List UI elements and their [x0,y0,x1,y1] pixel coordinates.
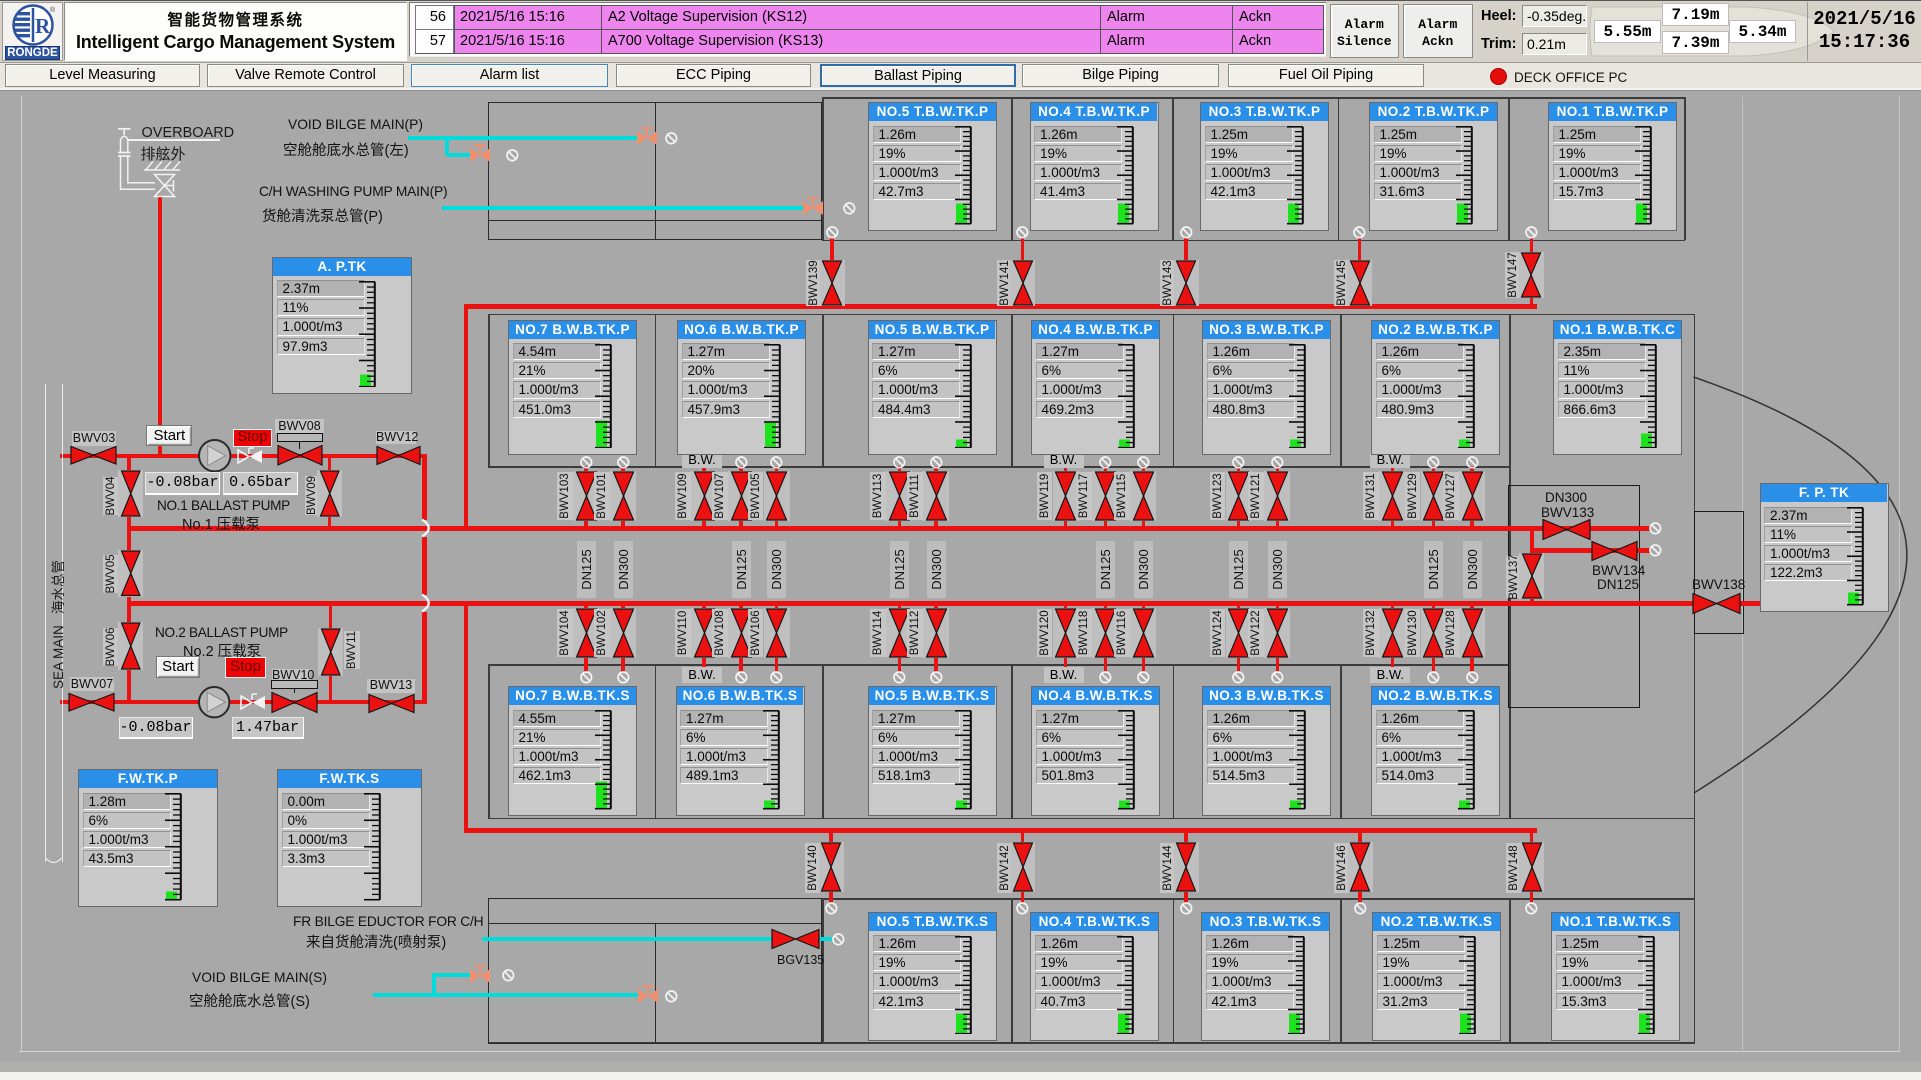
svg-text:R: R [35,14,51,38]
svg-text:®: ® [50,6,56,14]
